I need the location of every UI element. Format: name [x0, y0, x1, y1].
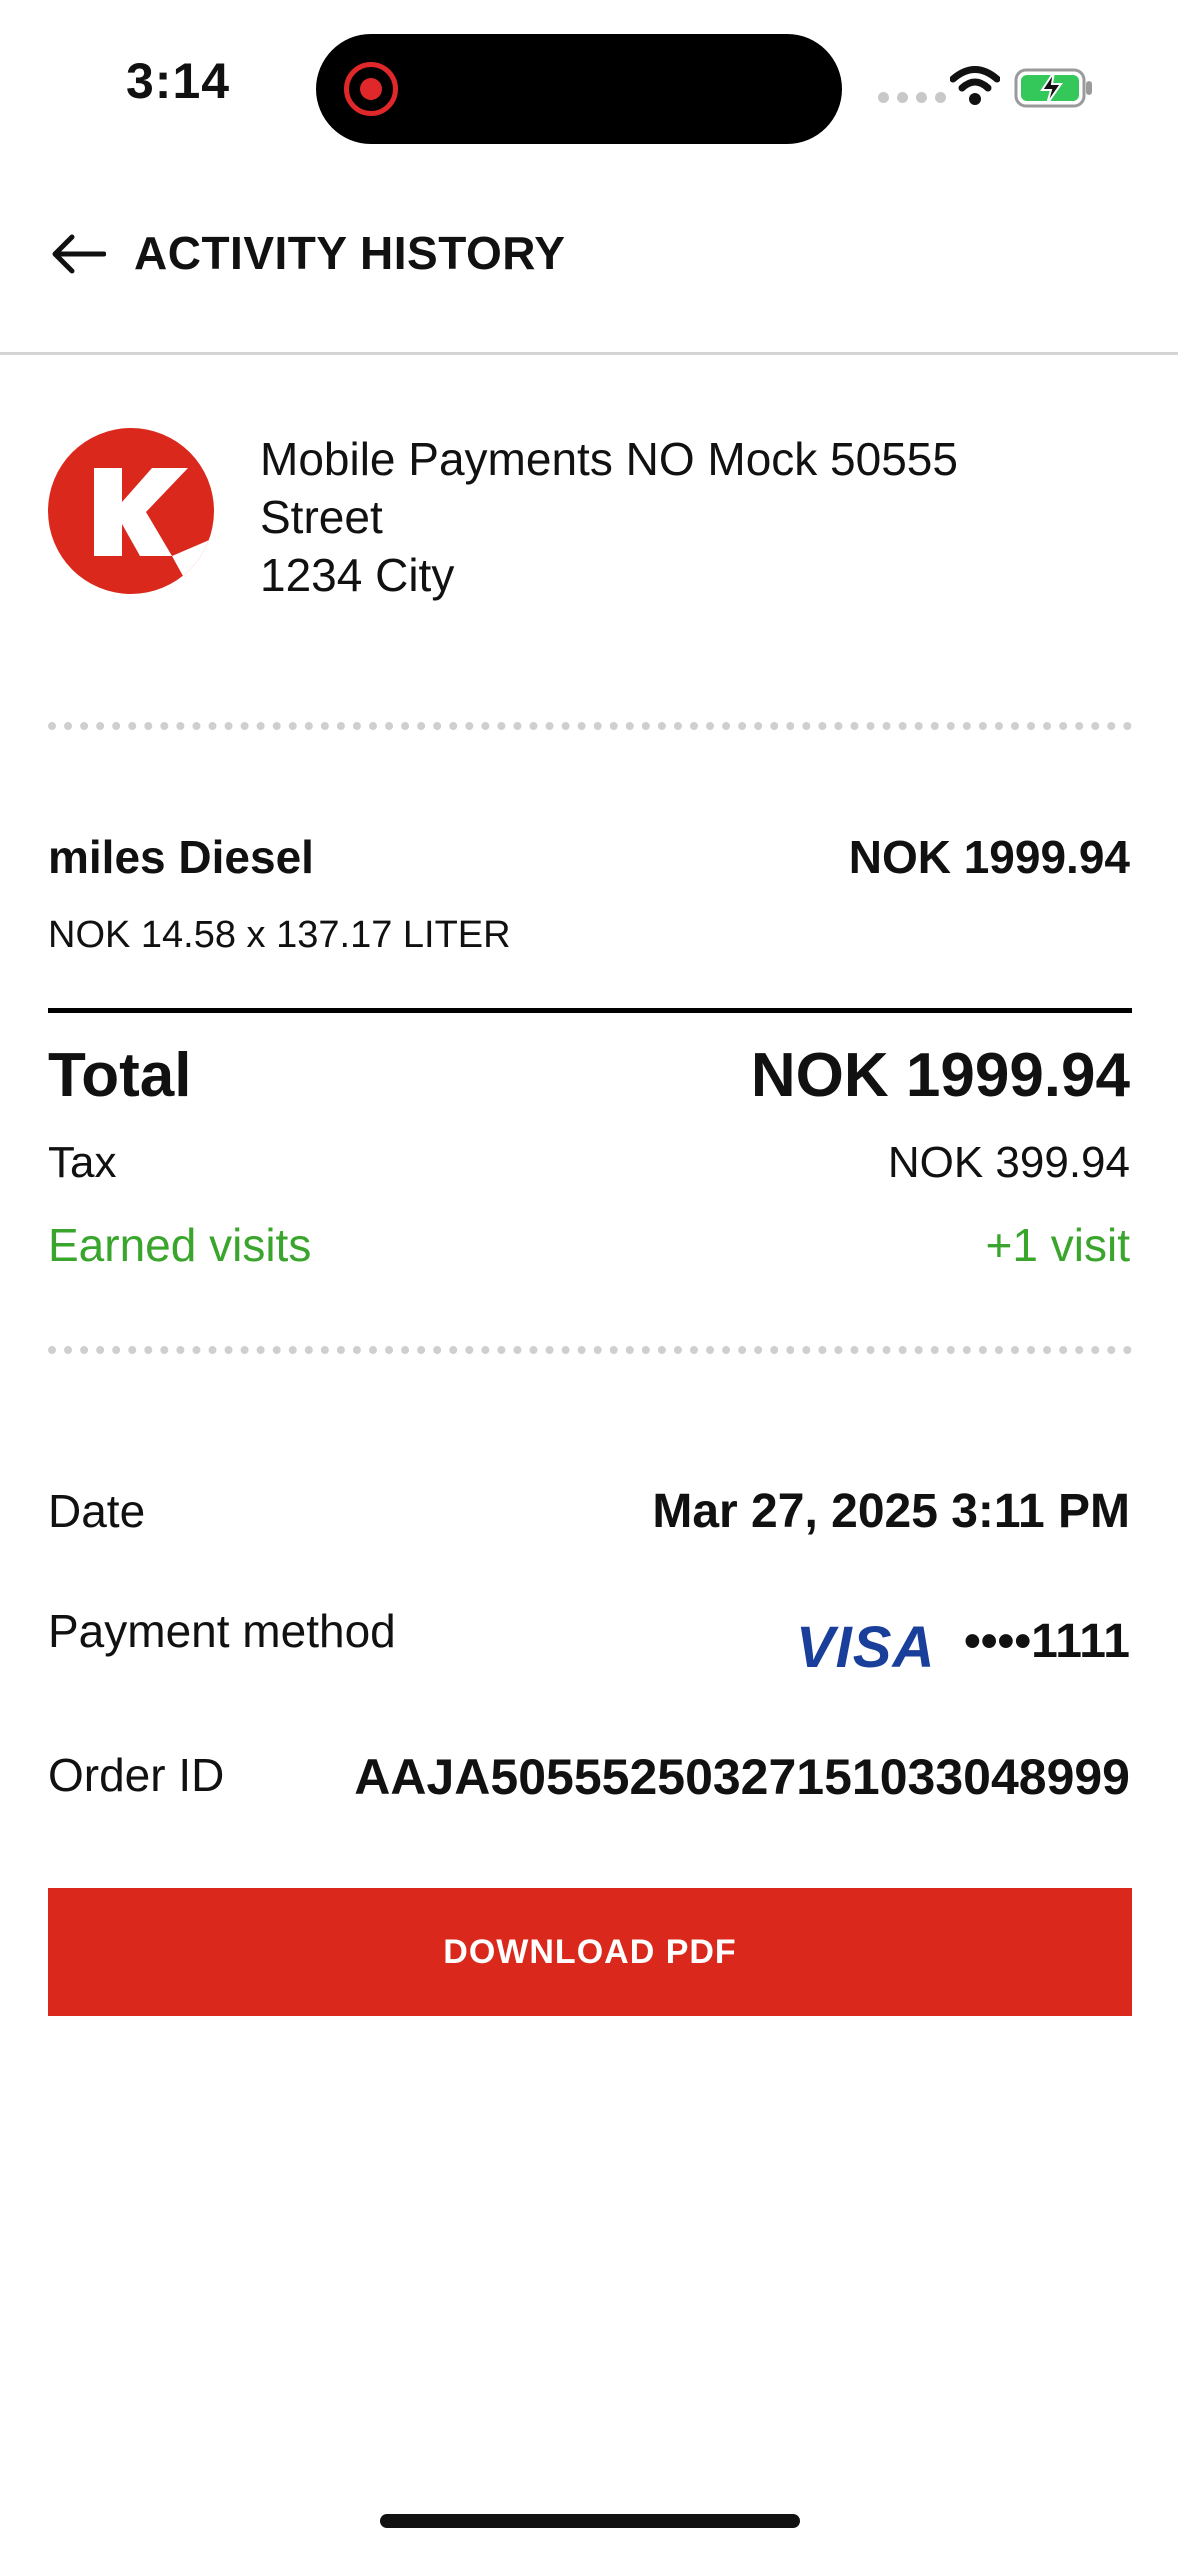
merchant-address-line3: 1234 City: [260, 549, 455, 601]
dotted-separator: [48, 722, 1132, 730]
date-value: Mar 27, 2025 3:11 PM: [652, 1485, 1130, 1538]
total-divider: [48, 1008, 1132, 1013]
page-title: ACTIVITY HISTORY: [134, 227, 566, 279]
wifi-icon: [949, 66, 1001, 111]
circle-k-logo: [48, 428, 214, 594]
header-divider: [0, 352, 1178, 355]
screen-recording-icon: [344, 62, 398, 116]
total-label: Total: [48, 1041, 192, 1110]
item-price: NOK 1999.94: [848, 831, 1130, 883]
dotted-separator: [48, 1346, 1132, 1354]
tax-value: NOK 399.94: [887, 1138, 1130, 1187]
visa-logo-icon: VISA: [796, 1615, 936, 1680]
card-last-digits: ••••1111: [963, 1615, 1130, 1668]
order-id-label: Order ID: [48, 1749, 225, 1801]
back-arrow-icon[interactable]: [50, 232, 107, 281]
date-label: Date: [48, 1485, 146, 1537]
merchant-address-line1: Mobile Payments NO Mock 50555: [260, 433, 958, 485]
tax-label: Tax: [48, 1138, 117, 1187]
total-value: NOK 1999.94: [750, 1041, 1130, 1110]
status-time: 3:14: [126, 53, 231, 109]
download-pdf-button[interactable]: DOWNLOAD PDF: [48, 1888, 1132, 2016]
merchant-address-line2: Street: [260, 491, 383, 543]
earned-visits-label: Earned visits: [48, 1219, 312, 1271]
cellular-signal-icon: [878, 92, 946, 103]
item-name: miles Diesel: [48, 831, 314, 883]
earned-visits-value: +1 visit: [985, 1219, 1130, 1271]
payment-method-label: Payment method: [48, 1605, 396, 1657]
merchant-address: Mobile Payments NO Mock 50555 Street 123…: [260, 430, 958, 604]
order-id-value: AAJA5055525032715103304899​9: [354, 1749, 1130, 1805]
battery-charging-icon: [1014, 66, 1094, 115]
home-indicator[interactable]: [380, 2514, 800, 2528]
item-detail: NOK 14.58 x 137.17 LITER: [48, 914, 511, 956]
